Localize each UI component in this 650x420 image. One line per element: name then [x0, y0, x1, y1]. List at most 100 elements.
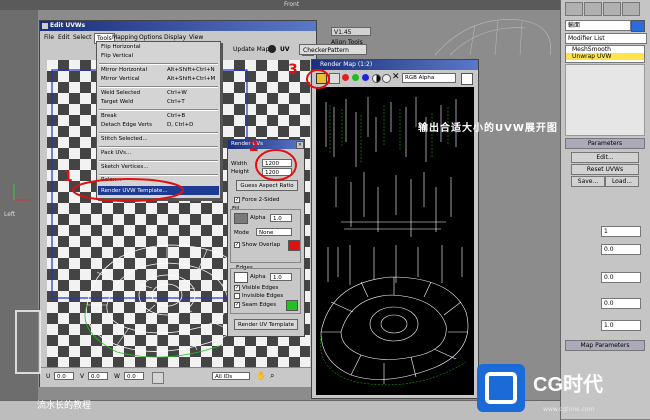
zoom-icon[interactable]: ⌕	[270, 371, 280, 381]
modifier-stack-item-selected[interactable]: Unwrap UVW	[566, 53, 644, 60]
menu-separator	[99, 132, 218, 134]
invisible-edges-checkbox[interactable]	[234, 293, 240, 299]
menu-item-render-uvw-template[interactable]: Render UVW Template...	[101, 187, 168, 195]
param-spinner-c[interactable]: 0.0	[601, 298, 641, 309]
overlap-color-swatch[interactable]	[288, 240, 300, 251]
map-parameters-rollout-header[interactable]: Map Parameters	[565, 340, 645, 351]
alpha-channel-icon[interactable]	[372, 74, 381, 83]
hierarchy-tab-icon[interactable]	[603, 2, 621, 16]
menu-item-mirror-horizontal[interactable]: Mirror Horizontal	[101, 66, 147, 74]
menu-item-detach-edge-verts[interactable]: Detach Edge Verts	[101, 121, 152, 129]
force-2sided-checkbox[interactable]: ✓	[234, 197, 240, 203]
blue-channel-icon[interactable]	[362, 74, 369, 81]
edit-uvws-title: Edit UVWs	[40, 21, 316, 31]
guess-aspect-ratio-button[interactable]: Guess Aspect Ratio	[236, 180, 298, 191]
menu-file[interactable]: File	[44, 33, 54, 42]
parameters-rollout-header[interactable]: Parameters	[565, 138, 645, 149]
fill-alpha-label: Alpha	[250, 215, 266, 221]
seam-edges-label: Seam Edges	[242, 302, 277, 308]
menu-select[interactable]: Select	[73, 33, 92, 42]
edge-alpha-label: Alpha	[250, 274, 266, 280]
menu-item-mirror-vertical[interactable]: Mirror Vertical	[101, 75, 140, 83]
motion-tab-icon[interactable]	[622, 2, 640, 16]
w-label: W	[114, 373, 120, 380]
command-panel-tabs	[565, 2, 641, 18]
checker-pattern-dropdown[interactable]: CheckerPattern	[299, 44, 367, 55]
watermark-text: 流水长的教程	[37, 401, 92, 411]
save-button[interactable]: Save...	[571, 176, 605, 187]
clear-icon[interactable]: ✕	[392, 72, 400, 83]
param-spinner-b[interactable]: 0.0	[601, 272, 641, 283]
shortcut-target-weld: Ctrl+T	[167, 99, 185, 105]
v-value-field[interactable]: 0.0	[88, 372, 108, 380]
modifier-stack-item[interactable]: MeshSmooth	[566, 46, 644, 53]
fill-alpha-spinner[interactable]: 1.0	[270, 214, 292, 222]
annotation-step-1: 1	[63, 169, 73, 185]
invisible-edges-label: Invisible Edges	[242, 293, 284, 299]
reset-uvws-button[interactable]: Reset UVWs	[571, 164, 639, 175]
window-app-icon	[42, 23, 48, 29]
save-image-icon[interactable]	[316, 73, 327, 84]
mode-dropdown[interactable]: None	[256, 228, 292, 236]
menu-item-weld-selected[interactable]: Weld Selected	[101, 89, 140, 97]
param-spinner-a[interactable]: 0.0	[601, 244, 641, 255]
modifier-list-dropdown[interactable]: Modifier List	[565, 33, 647, 44]
mono-icon[interactable]	[382, 74, 391, 83]
ids-dropdown[interactable]: All IDs	[212, 372, 250, 380]
object-color-swatch[interactable]	[631, 20, 645, 32]
edge-color-swatch[interactable]	[234, 272, 248, 283]
menu-item-stitch-selected[interactable]: Stitch Selected...	[101, 135, 148, 143]
render-map-toolbar: ✕ RGB Alpha	[312, 71, 478, 85]
fill-color-swatch[interactable]	[234, 213, 248, 224]
modifier-stack: MeshSmooth Unwrap UVW	[565, 45, 645, 63]
object-name-field[interactable]: 輸面	[565, 20, 631, 31]
uv-display-icon[interactable]	[268, 45, 276, 53]
axis-gizmo-icon	[13, 184, 30, 201]
seam-edges-checkbox[interactable]: ✓	[234, 302, 240, 308]
height-label: Height	[231, 169, 250, 175]
u-value-field[interactable]: 0.0	[54, 372, 74, 380]
channel-spinner[interactable]: 1	[601, 226, 641, 237]
menu-item-target-weld[interactable]: Target Weld	[101, 98, 133, 106]
command-panel: 輸面 Modifier List MeshSmooth Unwrap UVW P…	[560, 0, 650, 419]
shortcut-break: Ctrl+B	[167, 113, 186, 119]
render-uv-template-button[interactable]: Render UV Template	[234, 319, 298, 330]
w-value-field[interactable]: 0.0	[124, 372, 144, 380]
width-label: Width	[231, 161, 247, 167]
height-spinner[interactable]: 1200	[262, 168, 292, 176]
lock-icon[interactable]	[152, 372, 164, 384]
menu-item-relax[interactable]: Relax...	[101, 176, 121, 184]
load-button[interactable]: Load...	[605, 176, 639, 187]
seam-color-swatch[interactable]	[286, 300, 298, 311]
channel-dropdown[interactable]: RGB Alpha	[402, 73, 456, 83]
v-label: V	[80, 373, 85, 380]
modify-tab-icon[interactable]	[584, 2, 602, 16]
menu-item-sketch-vertices[interactable]: Sketch Vertices...	[101, 163, 148, 171]
menu-item-flip-horizontal[interactable]: Flip Horizontal	[101, 43, 141, 51]
shortcut-mirror-vertical: Alt+Shift+Ctrl+M	[167, 76, 216, 82]
width-spinner[interactable]: 1200	[262, 159, 292, 167]
visible-edges-checkbox[interactable]: ✓	[234, 285, 240, 291]
menu-item-break[interactable]: Break	[101, 112, 117, 120]
edit-button[interactable]: Edit...	[571, 152, 639, 163]
menu-separator	[99, 146, 218, 148]
create-tab-icon[interactable]	[565, 2, 583, 16]
green-channel-icon[interactable]	[352, 74, 359, 81]
param-spinner-d[interactable]: 1.0	[601, 320, 641, 331]
watermark-logo-icon	[15, 310, 41, 374]
show-overlap-checkbox[interactable]: ✓	[234, 242, 240, 248]
menu-item-pack-uvs[interactable]: Pack UVs...	[101, 149, 131, 157]
close-icon[interactable]: ×	[296, 141, 304, 149]
pan-icon[interactable]: ✋	[256, 371, 266, 381]
menu-item-flip-vertical[interactable]: Flip Vertical	[101, 52, 133, 60]
red-channel-icon[interactable]	[342, 74, 349, 81]
cgtime-logo-text: CG时代	[533, 374, 603, 396]
update-map-button[interactable]: Update Map	[233, 46, 269, 53]
show-overlap-label: Show Overlap	[242, 242, 281, 248]
clone-icon[interactable]	[329, 73, 340, 84]
menu-edit[interactable]: Edit	[58, 33, 70, 42]
render-uvs-title: Render UVs	[228, 140, 304, 149]
color-swatch[interactable]	[461, 73, 473, 85]
edge-alpha-spinner[interactable]: 1.0	[270, 273, 292, 281]
uv-mode-label[interactable]: UV	[280, 46, 290, 53]
